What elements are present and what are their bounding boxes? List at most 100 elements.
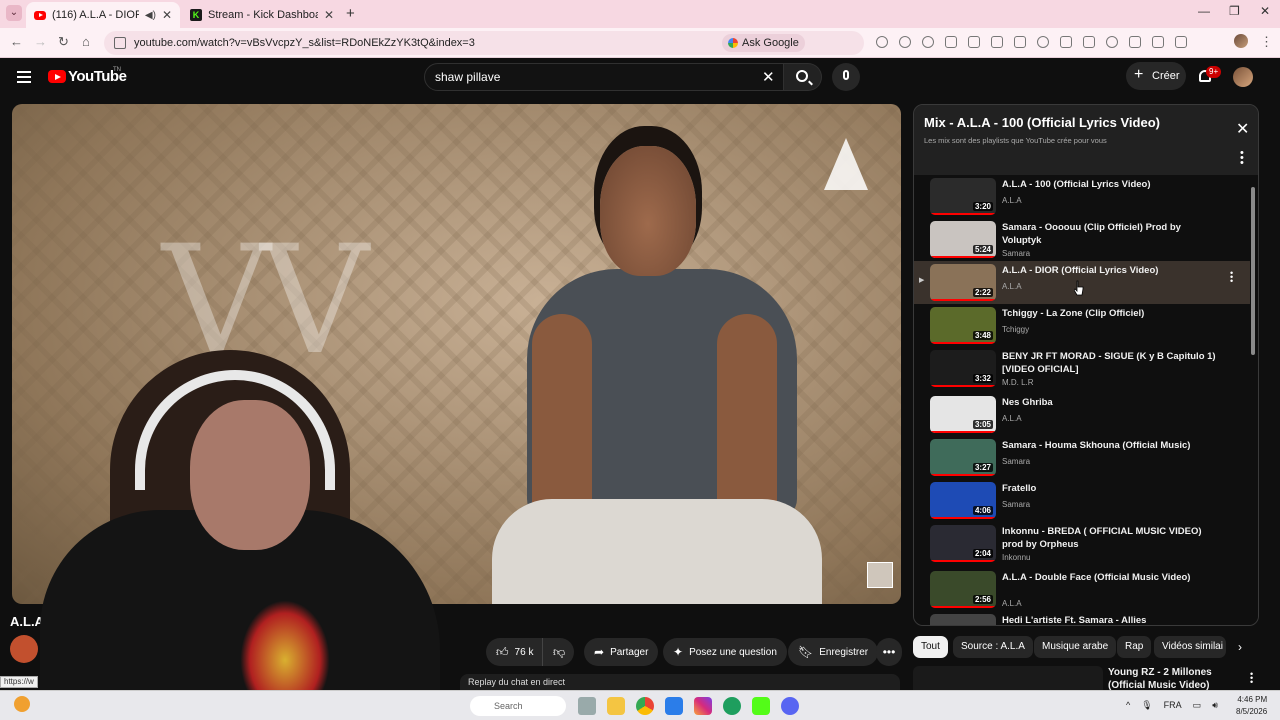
extension-icon[interactable] xyxy=(1152,36,1164,48)
kick-icon[interactable] xyxy=(752,697,770,715)
obs-icon[interactable] xyxy=(723,697,741,715)
site-info-icon[interactable] xyxy=(114,37,126,49)
minimize-icon[interactable]: — xyxy=(1198,4,1210,18)
extension-icon[interactable] xyxy=(876,36,888,48)
playlist-thumbnail[interactable]: 3:20 xyxy=(930,178,996,215)
task-view-icon[interactable] xyxy=(578,697,596,715)
browser-menu-icon[interactable]: ⋮ xyxy=(1260,34,1273,50)
search-input[interactable]: shaw pillave xyxy=(424,63,784,91)
playlist-item[interactable]: Hedi L'artiste Ft. Samara - Allies xyxy=(914,611,1250,625)
playlist-item[interactable]: 5:24 Samara - Oooouu (Clip Officiel) Prod… xyxy=(914,218,1250,261)
extension-icon[interactable] xyxy=(968,36,980,48)
home-icon[interactable]: ⌂ xyxy=(82,34,90,49)
new-tab-icon[interactable]: + xyxy=(346,5,355,22)
more-actions-button[interactable]: ••• xyxy=(876,638,902,666)
card-icon[interactable] xyxy=(1014,36,1026,48)
tab-kick[interactable]: K Stream - Kick Dashboard ✕ xyxy=(182,2,342,28)
playlist-item[interactable]: 4:06 Fratello Samara xyxy=(914,479,1250,522)
playlist-item[interactable]: 3:48 Tchiggy - La Zone (Clip Officiel) Tch… xyxy=(914,304,1250,347)
restore-icon[interactable]: ❐ xyxy=(1229,4,1240,18)
playlist-thumbnail[interactable] xyxy=(930,614,996,625)
taskbar-search-input[interactable]: Search xyxy=(470,696,566,716)
network-icon[interactable]: ▭ xyxy=(1193,700,1202,711)
clear-search-icon[interactable]: ✕ xyxy=(762,68,775,86)
puzzle-icon[interactable] xyxy=(945,36,957,48)
save-button[interactable]: 🔖︎ Enregistrer xyxy=(788,638,879,666)
voice-search-button[interactable] xyxy=(832,63,860,91)
language-indicator[interactable]: FRA xyxy=(1164,700,1182,711)
channel-avatar[interactable] xyxy=(10,635,38,663)
tab-youtube[interactable]: (116) A.L.A - DIOR (Official ◀) ✕ xyxy=(26,2,180,28)
playlist-thumbnail[interactable]: 2:22 xyxy=(930,264,996,301)
address-bar[interactable]: youtube.com/watch?v=vBsVvcpzY_s&list=RDo… xyxy=(104,31,864,55)
playlist-thumbnail[interactable]: 3:05 xyxy=(930,396,996,433)
playlist-item[interactable]: 3:20 A.L.A - 100 (Official Lyrics Video) A… xyxy=(914,175,1250,218)
search-button[interactable] xyxy=(784,63,822,91)
close-tab-icon[interactable]: ✕ xyxy=(324,8,334,22)
sidebar-icon[interactable] xyxy=(1083,36,1095,48)
history-icon[interactable] xyxy=(1106,36,1118,48)
dislike-button[interactable]: 👎︎ xyxy=(542,638,574,666)
playlist-item[interactable]: 3:27 Samara - Houma Skhouna (Official Mus… xyxy=(914,436,1250,479)
location-icon[interactable] xyxy=(1037,36,1049,48)
tray-chevron-icon[interactable]: ^ xyxy=(1126,700,1130,711)
create-button[interactable]: + Créer xyxy=(1126,62,1186,90)
close-window-icon[interactable]: ✕ xyxy=(1260,4,1270,18)
reading-list-icon[interactable] xyxy=(1175,36,1187,48)
playlist-thumbnail[interactable]: 3:48 xyxy=(930,307,996,344)
playlist-item[interactable]: 2:56 A.L.A - Double Face (Official Music … xyxy=(914,568,1250,611)
playlist-thumbnail[interactable]: 3:27 xyxy=(930,439,996,476)
instagram-icon[interactable] xyxy=(694,697,712,715)
playlist-item[interactable]: 2:04 Inkonnu - BREDA ( OFFICIAL MUSIC VID… xyxy=(914,522,1250,565)
playlist-thumbnail[interactable]: 2:04 xyxy=(930,525,996,562)
playlist-thumbnail[interactable]: 2:56 xyxy=(930,571,996,608)
recommended-title[interactable]: Young RZ - 2 Millones (Official Music Vi… xyxy=(1108,666,1238,692)
tab-search-icon[interactable]: ⌄ xyxy=(6,5,22,21)
chip-source[interactable]: Source : A.L.A xyxy=(953,636,1033,658)
playlist-thumbnail[interactable]: 5:24 xyxy=(930,221,996,258)
ask-google-button[interactable]: Ask Google xyxy=(722,34,805,52)
like-button[interactable]: 👍︎ 76 k xyxy=(486,638,542,666)
chip-rap[interactable]: Rap xyxy=(1117,636,1152,658)
playlist-item[interactable]: 3:05 Nes Ghriba A.L.A xyxy=(914,393,1250,436)
playlist-thumbnail[interactable]: 3:32 xyxy=(930,350,996,387)
playlist-scrollbar[interactable] xyxy=(1251,187,1255,355)
playlist-title[interactable]: Mix - A.L.A - 100 (Official Lyrics Video… xyxy=(924,115,1160,130)
volume-icon[interactable]: 🔊︎ xyxy=(1212,700,1218,711)
chip-tout[interactable]: Tout xyxy=(913,636,948,658)
discord-icon[interactable] xyxy=(781,697,799,715)
trash-icon[interactable] xyxy=(1129,36,1141,48)
extension-icon[interactable] xyxy=(922,36,934,48)
star-icon[interactable] xyxy=(1060,36,1072,48)
recommended-menu-icon[interactable]: • • • xyxy=(1250,670,1253,687)
reload-icon[interactable]: ↻ xyxy=(58,34,69,50)
forward-icon[interactable]: → xyxy=(34,34,47,49)
menu-icon[interactable] xyxy=(17,71,31,83)
speaker-icon[interactable]: ◀) xyxy=(145,10,156,21)
microphone-icon[interactable]: 🎙︎ xyxy=(1141,700,1152,711)
chip-musique-arabe[interactable]: Musique arabe xyxy=(1034,636,1117,658)
weather-icon[interactable] xyxy=(14,696,30,712)
clock-time: 4:46 PM xyxy=(1237,695,1268,704)
browser-profile-avatar[interactable] xyxy=(1234,34,1248,48)
store-icon[interactable] xyxy=(665,697,683,715)
chevron-right-icon[interactable]: › xyxy=(1238,640,1242,654)
playlist-thumbnail[interactable]: 4:06 xyxy=(930,482,996,519)
chrome-icon[interactable] xyxy=(636,697,654,715)
file-explorer-icon[interactable] xyxy=(607,697,625,715)
channel-watermark-icon[interactable] xyxy=(867,562,893,588)
close-playlist-icon[interactable]: ✕ xyxy=(1236,119,1249,139)
extension-icon[interactable] xyxy=(899,36,911,48)
share-button[interactable]: ➦ Partager xyxy=(584,638,659,666)
youtube-logo-icon[interactable] xyxy=(48,70,66,83)
account-avatar[interactable] xyxy=(1233,67,1253,87)
ask-question-button[interactable]: ✦ Posez une question xyxy=(663,638,787,666)
key-icon[interactable] xyxy=(991,36,1003,48)
close-tab-icon[interactable]: ✕ xyxy=(162,8,172,22)
playlist-menu-icon[interactable]: • • • xyxy=(1240,148,1244,169)
back-icon[interactable]: ← xyxy=(10,34,23,49)
chip-videos-similaires[interactable]: Vidéos similai xyxy=(1154,636,1226,658)
playlist-item[interactable]: 3:32 BENY JR FT MORAD - SIGUE (K y B Capi… xyxy=(914,347,1250,390)
taskbar-clock[interactable]: 4:46 PM 8/5/2026 xyxy=(1236,694,1267,718)
item-menu-icon[interactable]: • • • xyxy=(1230,269,1233,286)
